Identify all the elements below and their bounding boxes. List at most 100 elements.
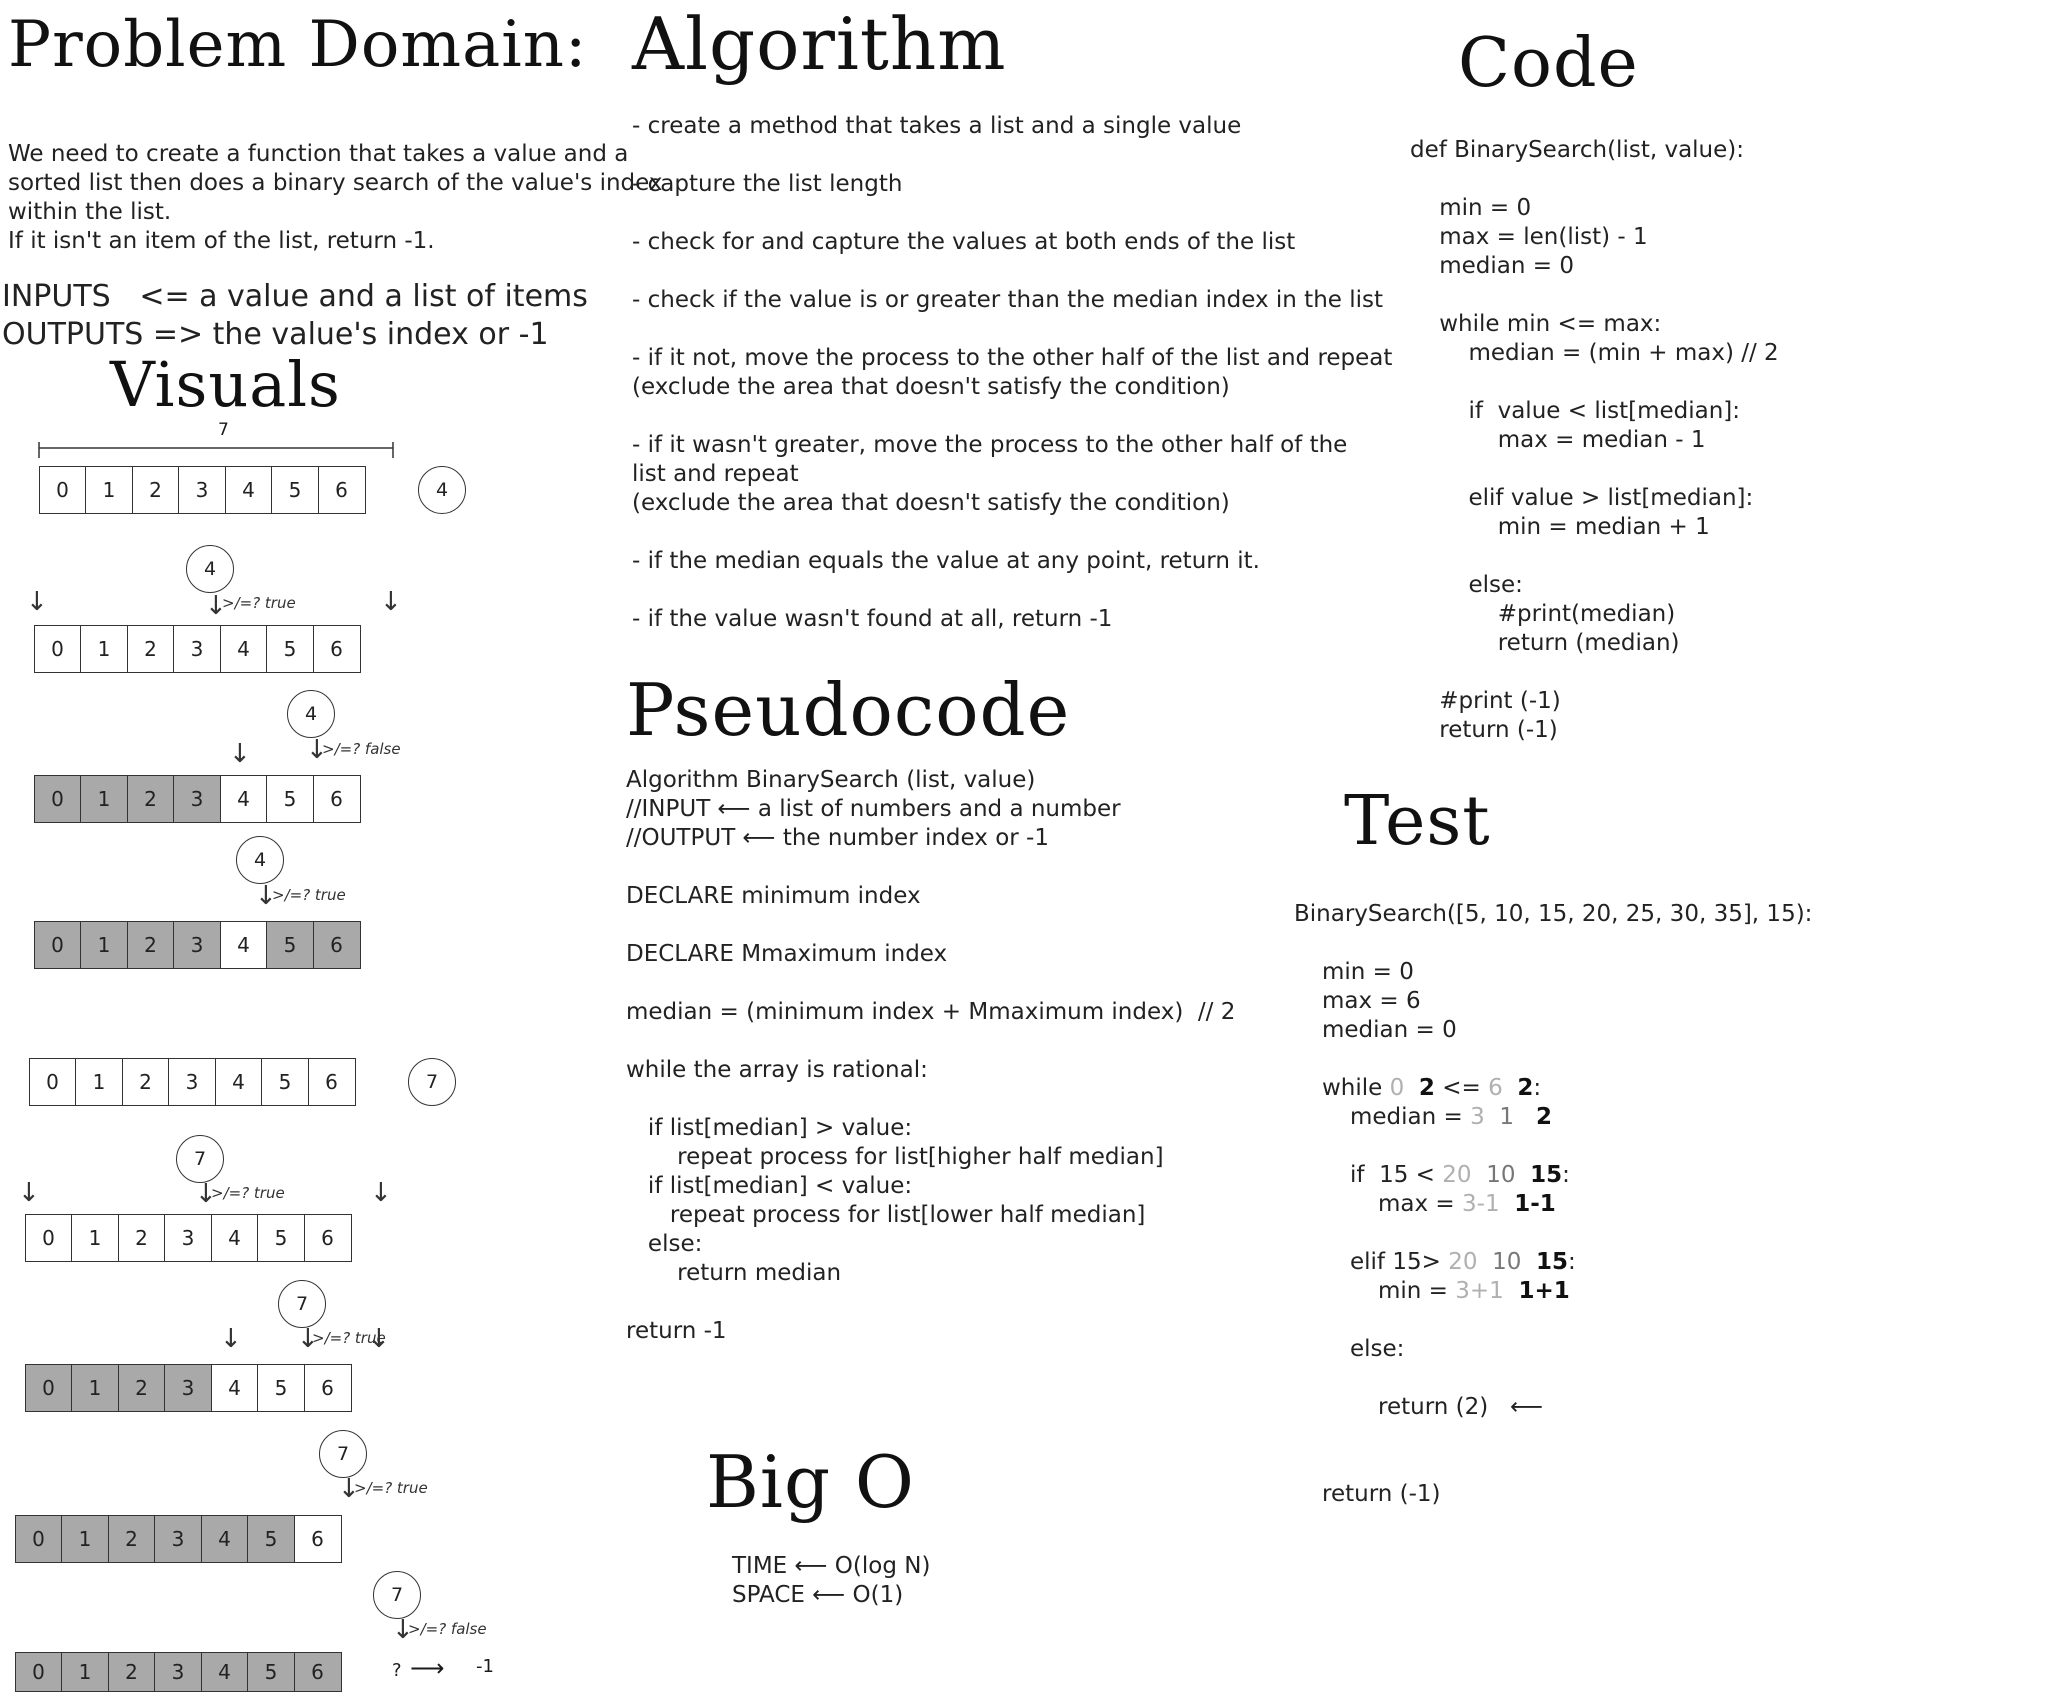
array-cell: 0 xyxy=(33,921,82,969)
test-title: Test xyxy=(1344,782,1491,861)
arrow-down-icon: ↓ xyxy=(18,1178,40,1208)
arrow-down-icon: ↓ xyxy=(229,739,251,769)
compare-label: >/=? true xyxy=(222,594,296,612)
test-elif-line: elif 15> 20 10 15: xyxy=(1350,1249,1576,1275)
array-cell: 1 xyxy=(61,1515,109,1563)
arrow-right-icon: ⟶ xyxy=(410,1654,445,1682)
array-row: 0 1 2 3 4 5 6 xyxy=(33,921,361,969)
array-cell: 1 xyxy=(61,1652,109,1692)
code-line: elif value > list[median]: xyxy=(1410,485,1754,511)
algorithm-step: - if the median equals the value at any … xyxy=(632,548,1260,574)
inputs-label: INPUTS <= a value and a list of items xyxy=(2,279,588,314)
pseudocode-line: repeat process for list[higher half medi… xyxy=(626,1144,1164,1170)
compare-label: >/=? false xyxy=(408,1620,487,1638)
array-cell: 2 xyxy=(131,466,180,514)
array-cell: 3 xyxy=(173,625,221,673)
target-value-circle: 4 xyxy=(287,690,335,738)
pseudocode-line: else: xyxy=(626,1231,703,1257)
pseudocode-line xyxy=(626,1085,1235,1114)
array-cell: 0 xyxy=(14,1652,63,1692)
array-cell: 6 xyxy=(293,1652,342,1692)
array-cell: 6 xyxy=(303,1214,352,1262)
array-cell: 3 xyxy=(178,466,226,514)
array-cell: 4 xyxy=(210,1214,259,1262)
target-value-circle: 7 xyxy=(319,1430,367,1478)
array-row: 0 1 2 3 4 5 6 xyxy=(33,625,361,673)
array-cell: 5 xyxy=(257,1364,305,1412)
array-cell: 0 xyxy=(24,1364,73,1412)
array-cell: 6 xyxy=(312,625,361,673)
array-cell: 5 xyxy=(271,466,319,514)
array-cell: 2 xyxy=(117,1214,166,1262)
code-block: def BinarySearch(list, value): min = 0 m… xyxy=(1410,136,1779,745)
test-line: return (-1) xyxy=(1322,1481,1441,1507)
array-row: 0 1 2 3 4 5 6 xyxy=(38,466,366,514)
pseudocode-line: DECLARE minimum index xyxy=(626,883,921,909)
target-value-circle: 7 xyxy=(408,1058,456,1106)
array-cell: 2 xyxy=(107,1515,156,1563)
pseudocode-line: median = (minimum index + Mmaximum index… xyxy=(626,999,1236,1025)
array-cell: 2 xyxy=(126,625,175,673)
visuals-title: Visuals xyxy=(110,348,341,421)
array-cell: 3 xyxy=(168,1058,216,1106)
target-value-circle: 4 xyxy=(186,545,234,593)
array-cell: 4 xyxy=(219,625,268,673)
pseudocode-line xyxy=(626,1288,1235,1317)
array-cell: 1 xyxy=(71,1214,119,1262)
test-line: median = 0 xyxy=(1322,1017,1457,1043)
code-line: return (median) xyxy=(1410,630,1680,656)
arrow-down-icon: ↓ xyxy=(26,587,48,617)
array-cell: 1 xyxy=(80,921,128,969)
description-line: We need to create a function that takes … xyxy=(8,141,629,167)
big-o-block: TIME ⟵ O(log N) SPACE ⟵ O(1) xyxy=(732,1552,930,1610)
code-line: min = 0 xyxy=(1410,195,1532,221)
pseudocode-line xyxy=(626,911,1235,940)
pseudocode-line: //OUTPUT ⟵ the number index or -1 xyxy=(626,825,1049,851)
array-cell: 4 xyxy=(210,1364,259,1412)
array-row: 0 1 2 3 4 5 6 xyxy=(33,775,361,823)
compare-label: >/=? false xyxy=(322,740,401,758)
array-cell: 1 xyxy=(80,775,128,823)
array-cell: 4 xyxy=(214,1058,263,1106)
code-line: #print (-1) xyxy=(1410,688,1561,714)
code-line: median = (min + max) // 2 xyxy=(1410,340,1779,366)
algorithm-step: - if it wasn't greater, move the process… xyxy=(632,432,1348,458)
array-cell: 1 xyxy=(85,466,133,514)
arrow-left-icon: ⟵ xyxy=(1510,1394,1544,1420)
code-line: max = len(list) - 1 xyxy=(1410,224,1648,250)
problem-domain-title: Problem Domain: xyxy=(8,8,588,82)
description-line: within the list. xyxy=(8,199,172,225)
target-value-circle: 7 xyxy=(278,1280,326,1328)
algorithm-step: (exclude the area that doesn't satisfy t… xyxy=(632,490,1230,516)
pseudocode-line: while the array is rational: xyxy=(626,1057,928,1083)
array-cell: 3 xyxy=(164,1364,212,1412)
code-line: def BinarySearch(list, value): xyxy=(1410,137,1745,163)
array-cell: 0 xyxy=(38,466,87,514)
array-cell: 2 xyxy=(126,921,175,969)
array-cell: 4 xyxy=(200,1652,249,1692)
result-value: -1 xyxy=(476,1656,494,1677)
pseudocode-title: Pseudocode xyxy=(626,668,1071,752)
array-cell: 5 xyxy=(266,625,314,673)
array-row: 0 1 2 3 4 5 6 xyxy=(24,1214,352,1262)
array-cell: 1 xyxy=(80,625,128,673)
test-line: max = 6 xyxy=(1322,988,1421,1014)
algorithm-step: - check for and capture the values at bo… xyxy=(632,229,1296,255)
test-line: min = 0 xyxy=(1322,959,1414,985)
array-cell: 1 xyxy=(75,1058,123,1106)
compare-label: >/=? true xyxy=(211,1184,285,1202)
big-o-title: Big O xyxy=(706,1440,915,1524)
array-cell: 3 xyxy=(173,921,221,969)
code-line: max = median - 1 xyxy=(1410,427,1706,453)
pseudocode-line: return median xyxy=(626,1260,842,1286)
array-row: 0 1 2 3 4 5 6 xyxy=(28,1058,356,1106)
test-call: BinarySearch([5, 10, 15, 20, 25, 30, 35]… xyxy=(1294,901,1813,927)
array-cell: 0 xyxy=(14,1515,63,1563)
target-value-circle: 4 xyxy=(236,836,284,884)
array-cell: 0 xyxy=(33,625,82,673)
array-cell: 3 xyxy=(173,775,221,823)
algorithm-title: Algorithm xyxy=(632,2,1007,86)
